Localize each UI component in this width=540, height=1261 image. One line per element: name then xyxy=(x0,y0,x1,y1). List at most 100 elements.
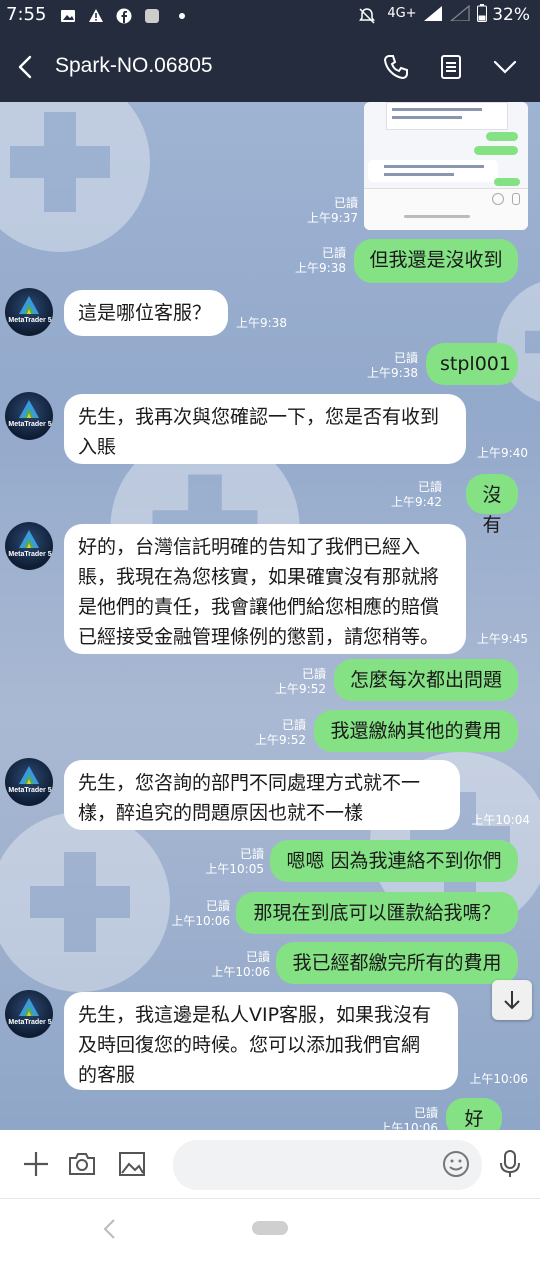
signal-2-icon xyxy=(449,4,470,22)
read-receipt: 已讀 xyxy=(301,667,326,681)
outgoing-message[interactable]: 好的 xyxy=(446,1098,502,1130)
chat-area[interactable]: 已讀 上午9:37 但我還是沒收到 已讀 上午9:38 MetaTrader 5… xyxy=(0,102,540,1130)
read-receipt: 已讀 xyxy=(245,950,270,964)
home-pill[interactable] xyxy=(252,1221,288,1235)
signal-icon xyxy=(423,6,442,21)
status-bar: 7:55 4G+ 32% xyxy=(0,0,540,32)
message-time: 上午10:04 xyxy=(471,813,530,827)
message-time: 上午9:52 xyxy=(255,733,306,747)
phone-icon[interactable] xyxy=(381,52,411,82)
network-type: 4G+ xyxy=(387,6,417,21)
message-time: 上午9:38 xyxy=(236,316,287,330)
avatar[interactable]: MetaTrader 5 xyxy=(5,392,53,440)
message-line: 賬，我現在為您核實，如果確實沒有那就將 xyxy=(78,566,440,588)
notes-icon[interactable] xyxy=(436,52,466,82)
avatar[interactable]: MetaTrader 5 xyxy=(5,758,53,806)
battery-percent: 32% xyxy=(492,5,530,25)
message-time: 上午9:52 xyxy=(275,682,326,696)
watermark-icon xyxy=(0,102,150,252)
message-line: 入賬 xyxy=(78,436,117,458)
message-meta: 已讀 上午9:52 xyxy=(240,718,306,748)
image-icon[interactable] xyxy=(116,1148,148,1180)
message-line: 好的，台灣信託明確的告知了我們已經入 xyxy=(78,536,421,558)
arrow-down-icon xyxy=(504,991,520,1010)
chevron-down-icon[interactable] xyxy=(490,52,520,82)
metatrader-logo-icon xyxy=(19,296,39,314)
facebook-icon xyxy=(116,8,132,24)
emoji-icon[interactable] xyxy=(440,1148,472,1180)
message-meta: 已讀 上午10:06 xyxy=(366,1106,438,1130)
message-time: 上午10:06 xyxy=(171,914,230,928)
chat-title: Spark-NO.06805 xyxy=(55,54,213,77)
outgoing-message[interactable]: 沒有 xyxy=(466,474,518,536)
message-time: 上午9:40 xyxy=(477,446,528,460)
outgoing-message[interactable]: 但我還是沒收到 xyxy=(354,239,518,283)
read-receipt: 已讀 xyxy=(417,480,442,494)
outgoing-message[interactable]: 我還繳納其他的費用 xyxy=(314,710,518,752)
read-receipt: 已讀 xyxy=(393,351,418,365)
message-time: 上午10:05 xyxy=(205,862,264,876)
app-notification-icon xyxy=(145,9,159,23)
scroll-down-button[interactable] xyxy=(492,980,532,1020)
message-time: 上午10:06 xyxy=(469,1072,528,1086)
avatar-label: MetaTrader 5 xyxy=(8,1019,52,1026)
message-line: 先生，我這邊是私人VIP客服，如果我沒有 xyxy=(78,1004,432,1026)
message-meta: 已讀 上午10:05 xyxy=(192,847,264,877)
watermark-icon xyxy=(0,812,170,992)
image-message-meta: 已讀 上午9:37 xyxy=(290,196,358,226)
thumb-row xyxy=(386,102,508,130)
incoming-message[interactable]: 這是哪位客服？ xyxy=(64,290,228,336)
outgoing-message[interactable]: 我已經都繳完所有的費用 xyxy=(276,942,518,984)
nav-back-icon[interactable] xyxy=(100,1217,120,1241)
mute-icon xyxy=(359,8,375,24)
input-bar xyxy=(0,1130,540,1198)
gallery-notification-icon xyxy=(61,10,75,22)
message-time: 上午9:38 xyxy=(367,366,418,380)
avatar-label: MetaTrader 5 xyxy=(8,787,52,794)
message-line: 及時回復您的時候。您可以添加我們官網 xyxy=(78,1034,421,1056)
avatar[interactable]: MetaTrader 5 xyxy=(5,288,53,336)
chat-header: Spark-NO.06805 xyxy=(0,32,540,102)
avatar-label: MetaTrader 5 xyxy=(8,421,52,428)
incoming-message[interactable]: 先生，我再次與您確認一下，您是否有收到 入賬 xyxy=(64,394,466,464)
image-message[interactable] xyxy=(364,102,528,230)
message-time: 上午10:06 xyxy=(379,1121,438,1130)
avatar-label: MetaTrader 5 xyxy=(8,317,52,324)
message-meta: 已讀 上午9:52 xyxy=(260,667,326,697)
plus-icon[interactable] xyxy=(20,1148,52,1180)
avatar[interactable]: MetaTrader 5 xyxy=(5,990,53,1038)
microphone-icon[interactable] xyxy=(494,1148,526,1180)
incoming-message[interactable]: 先生，您咨詢的部門不同處理方式就不一 樣，醉追究的問題原因也就不一樣 xyxy=(64,760,460,830)
read-receipt: 已讀 xyxy=(333,196,358,210)
metatrader-logo-icon xyxy=(19,530,39,548)
metatrader-logo-icon xyxy=(19,766,39,784)
incoming-message[interactable]: 好的，台灣信託明確的告知了我們已經入 賬，我現在為您核實，如果確實沒有那就將 是… xyxy=(64,524,466,654)
chevron-left-icon[interactable] xyxy=(14,54,38,80)
message-time: 上午9:45 xyxy=(477,632,528,646)
incoming-message[interactable]: 先生，我這邊是私人VIP客服，如果我沒有 及時回復您的時候。您可以添加我們官網 … xyxy=(64,992,458,1090)
message-line: 先生，我再次與您確認一下，您是否有收到 xyxy=(78,406,440,428)
read-receipt: 已讀 xyxy=(321,246,346,260)
outgoing-message[interactable]: 嗯嗯 因為我連絡不到你們 xyxy=(270,840,518,882)
outgoing-message[interactable]: 那現在到底可以匯款給我嗎？ xyxy=(236,892,518,934)
warning-icon xyxy=(89,9,103,22)
read-receipt: 已讀 xyxy=(413,1106,438,1120)
read-receipt: 已讀 xyxy=(239,847,264,861)
message-line: 已經接受金融管理條例的懲罰，請您稍等。 xyxy=(78,626,440,648)
system-nav-bar xyxy=(0,1198,540,1261)
message-time: 上午9:42 xyxy=(391,495,442,509)
outgoing-message[interactable]: stpl001 xyxy=(426,343,518,385)
battery-icon xyxy=(476,4,487,22)
avatar[interactable]: MetaTrader 5 xyxy=(5,522,53,570)
message-line: 是他們的責任，我會讓他們給您相應的賠償 xyxy=(78,596,440,618)
more-notifications-icon xyxy=(179,13,185,19)
message-time: 上午10:06 xyxy=(211,965,270,979)
message-input[interactable] xyxy=(173,1140,482,1190)
read-receipt: 已讀 xyxy=(281,718,306,732)
metatrader-logo-icon xyxy=(19,998,39,1016)
message-meta: 已讀 上午10:06 xyxy=(158,899,230,929)
camera-icon[interactable] xyxy=(66,1148,98,1180)
status-right: 4G+ 32% xyxy=(387,4,530,25)
outgoing-message[interactable]: 怎麼每次都出問題 xyxy=(334,659,518,701)
message-meta: 已讀 上午9:42 xyxy=(376,480,442,510)
